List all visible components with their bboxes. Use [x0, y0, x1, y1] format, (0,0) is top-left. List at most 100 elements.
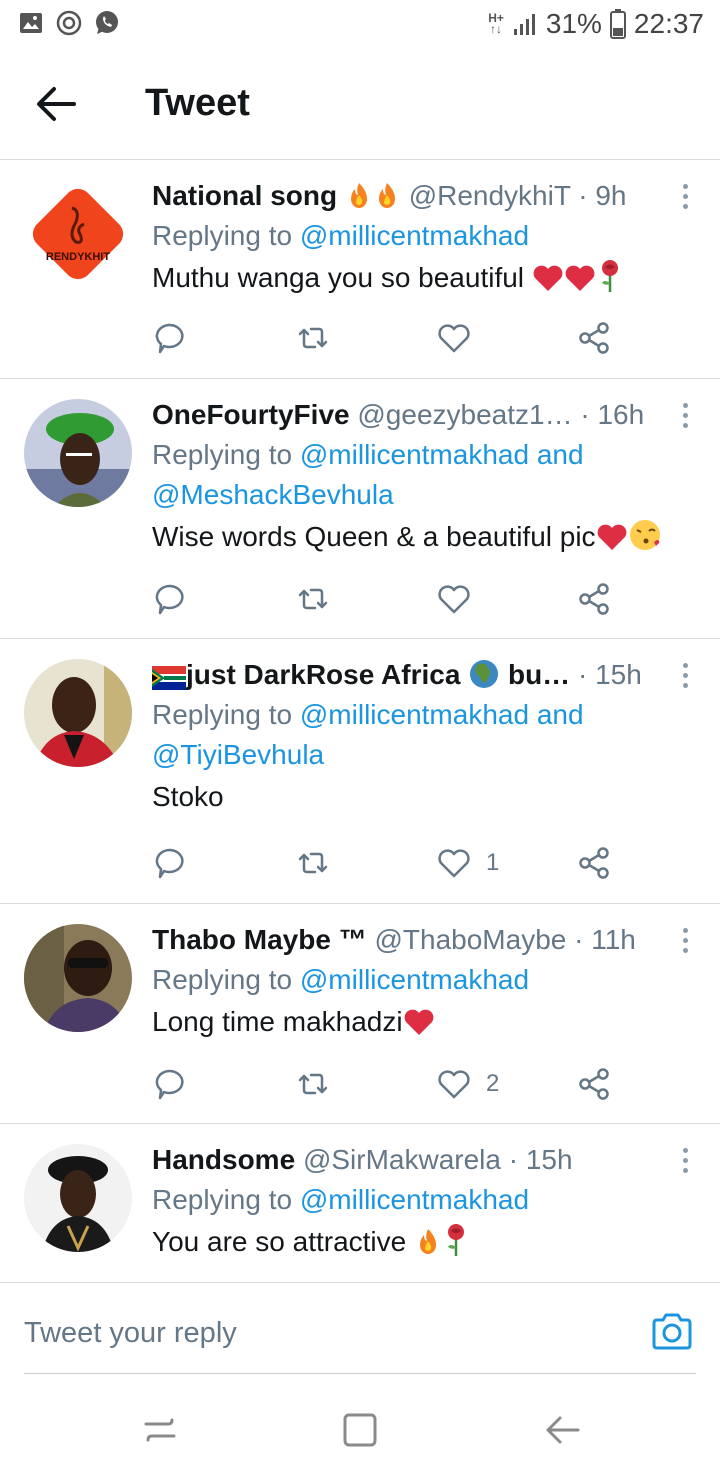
user-handle[interactable]: @geezybeatz1…	[357, 399, 572, 430]
heart-emoji-icon	[533, 265, 563, 291]
back-arrow-icon[interactable]	[34, 84, 78, 124]
replying-to: Replying to @millicentmakhad	[152, 964, 530, 995]
avatar[interactable]	[24, 659, 132, 767]
heart-outline-icon	[438, 849, 470, 878]
south-africa-flag-icon	[152, 666, 186, 690]
reply-button[interactable]	[152, 318, 188, 358]
like-button[interactable]	[436, 318, 486, 358]
network-indicator: H+ ↑↓	[488, 11, 504, 36]
share-icon	[579, 847, 609, 879]
tweet-text: Wise words Queen & a beautiful pic	[152, 517, 700, 557]
user-name[interactable]: Thabo Maybe ™	[152, 924, 367, 955]
retweet-icon	[298, 588, 328, 610]
tweet-text: Stoko	[152, 781, 224, 812]
heart-outline-icon	[438, 585, 470, 614]
user-name[interactable]: Handsome	[152, 1144, 295, 1175]
user-name[interactable]: National song	[152, 180, 337, 211]
battery-icon	[609, 9, 626, 39]
rose-emoji-icon	[601, 260, 618, 292]
share-button[interactable]	[576, 579, 612, 619]
more-options-icon[interactable]	[680, 403, 690, 433]
user-handle[interactable]: @ThaboMaybe	[374, 924, 566, 955]
like-button[interactable]: 2	[436, 1064, 499, 1104]
retweet-button[interactable]	[295, 318, 331, 358]
tweet-item[interactable]: RENDYKHIT National song @RendykhiT · 9h …	[0, 160, 720, 379]
share-icon	[579, 1068, 609, 1100]
comment-icon	[155, 848, 184, 879]
battery-percent: 31%	[545, 8, 602, 39]
comment-icon	[155, 584, 184, 615]
user-name[interactable]: just DarkRose Africa	[186, 659, 460, 690]
tweet-time: · 16h	[580, 399, 645, 430]
more-options-icon[interactable]	[680, 928, 690, 958]
mention-link[interactable]: @millicentmakhad	[300, 439, 529, 470]
signal-icon	[513, 14, 535, 35]
user-handle[interactable]: @SirMakwarela	[303, 1144, 501, 1175]
retweet-button[interactable]	[295, 843, 331, 883]
share-button[interactable]	[576, 318, 612, 358]
more-options-icon[interactable]	[680, 184, 690, 214]
heart-outline-icon	[438, 1070, 470, 1099]
tweet-time: · 9h	[578, 180, 627, 211]
avatar[interactable]: RENDYKHIT	[24, 180, 132, 288]
replying-to: Replying to @millicentmakhad	[152, 1184, 530, 1215]
like-button[interactable]: 1	[436, 843, 499, 883]
tweet-time: · 15h	[508, 1144, 573, 1175]
mention-link[interactable]: @millicentmakhad	[300, 220, 529, 251]
home-icon[interactable]	[340, 1410, 380, 1450]
page-title: Tweet	[145, 82, 250, 124]
more-options-icon[interactable]	[680, 1148, 690, 1178]
app-header: Tweet	[0, 50, 720, 160]
share-icon	[579, 583, 609, 615]
retweet-button[interactable]	[295, 1064, 331, 1104]
share-button[interactable]	[576, 843, 612, 883]
tweet-text: Muthu wanga you so beautiful	[152, 258, 700, 298]
fire-emoji-icon	[378, 183, 395, 208]
avatar[interactable]	[24, 1144, 132, 1252]
retweet-button[interactable]	[295, 579, 331, 619]
tweet-time: · 15h	[577, 659, 642, 690]
tweet-text: You are so attractive	[152, 1222, 700, 1262]
user-handle[interactable]: @RendykhiT	[409, 180, 571, 211]
like-button[interactable]	[436, 579, 486, 619]
like-count: 2	[486, 1070, 500, 1097]
retweet-icon	[298, 1073, 328, 1095]
comment-icon	[155, 1069, 184, 1100]
back-icon[interactable]	[542, 1410, 582, 1450]
user-name[interactable]: OneFourtyFive	[152, 399, 350, 430]
mention-link[interactable]: @millicentmakhad	[300, 964, 529, 995]
tweet-time: · 11h	[574, 924, 636, 955]
share-button[interactable]	[576, 1064, 612, 1104]
camera-icon[interactable]	[650, 1311, 694, 1351]
avatar[interactable]	[24, 399, 132, 507]
mention-link[interactable]: @millicentmakhad	[300, 1184, 529, 1215]
reply-button[interactable]	[152, 1064, 188, 1104]
fire-emoji-icon	[420, 1229, 437, 1254]
rose-emoji-icon	[448, 1224, 465, 1256]
mention-link[interactable]: @millicentmakhad	[300, 699, 529, 730]
reply-input[interactable]: Tweet your reply	[24, 1317, 237, 1350]
more-options-icon[interactable]	[680, 663, 690, 693]
tweet-item[interactable]: OneFourtyFive @geezybeatz1… · 16h Replyi…	[0, 379, 720, 639]
status-bar: H+ ↑↓ 31% 22:37	[0, 0, 720, 50]
comment-icon	[155, 323, 184, 354]
globe-africa-emoji-icon	[470, 660, 499, 688]
mention-link[interactable]: @MeshackBevhula	[152, 479, 394, 510]
replying-to: Replying to @millicentmakhad	[152, 220, 530, 251]
tweet-item[interactable]: Handsome @SirMakwarela · 15h Replying to…	[0, 1124, 720, 1282]
gallery-icon	[20, 13, 42, 33]
tweet-item[interactable]: Thabo Maybe ™ @ThaboMaybe · 11h Replying…	[0, 904, 720, 1124]
sync-icon	[56, 10, 82, 36]
avatar[interactable]	[24, 924, 132, 1032]
share-icon	[579, 322, 609, 354]
tweet-text: Long time makhadzi	[152, 1002, 700, 1042]
mention-link[interactable]: @TiyiBevhula	[152, 739, 324, 770]
reply-composer: Tweet your reply	[0, 1282, 720, 1374]
replying-to: Replying to @millicentmakhad and @TiyiBev…	[152, 699, 584, 770]
tweet-item[interactable]: just DarkRose Africa bu… · 15h Replying …	[0, 639, 720, 904]
recents-icon[interactable]	[140, 1410, 180, 1450]
reply-button[interactable]	[152, 579, 188, 619]
reply-button[interactable]	[152, 843, 188, 883]
heart-emoji-icon	[597, 524, 626, 550]
svg-text:RENDYKHIT: RENDYKHIT	[46, 251, 110, 263]
